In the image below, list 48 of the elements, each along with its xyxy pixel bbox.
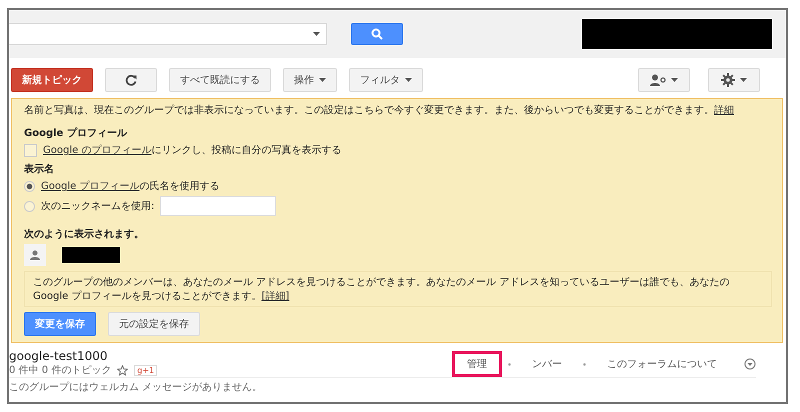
welcome-message: このグループにはウェルカム メッセージがありません。 [9, 377, 756, 394]
new-topic-button[interactable]: 新規トピック [11, 68, 93, 92]
search-field[interactable] [9, 23, 327, 45]
option-label: Google のプロフィールにリンクし、投稿に自分の写真を表示する [43, 144, 342, 157]
section-heading: 表示名 [24, 162, 55, 176]
info-text: このグループの他のメンバーは、あなたのメール アドレスを見つけることができます。あなたのメール アドレスを知っているユーザーは誰でも、あなたの Google プロフィールを見つけることができます。[詳細] [24, 271, 772, 307]
radio-button[interactable] [24, 180, 35, 192]
person-icon [650, 74, 666, 86]
refresh-icon [125, 74, 137, 86]
separator-dot-icon [583, 362, 586, 366]
caret-icon [671, 78, 678, 82]
settings-icon [721, 73, 735, 87]
notice-text: 名前と写真は、現在このグループでは非表示になっています。この設定はこちらで今すぐ変更できます。また、後からいつでも変更することができます。詳細 [24, 104, 735, 117]
section-heading: Google プロフィール [24, 126, 128, 140]
caret-icon [740, 78, 747, 82]
checkbox[interactable] [24, 144, 37, 156]
option-label: 次のニックネームを使用: [41, 200, 154, 213]
details-link[interactable]: 詳細 [714, 105, 734, 116]
nav-link[interactable]: ンバー [517, 351, 577, 377]
redacted-block [62, 247, 120, 263]
search-button[interactable] [351, 23, 403, 45]
refresh-button[interactable] [105, 68, 157, 92]
topic-count: 0 件中 0 件のトピック [9, 364, 112, 377]
dropdown-caret-icon [313, 32, 320, 36]
group-name: google-test1000 [9, 349, 109, 363]
save-button[interactable]: 元の設定を保存 [108, 312, 200, 336]
option-label: Google プロフィールの氏名を使用する [41, 180, 220, 193]
menu-button[interactable]: 操作 [283, 68, 337, 92]
nav-link[interactable]: 管理 [452, 351, 502, 377]
nickname-field[interactable] [160, 196, 276, 216]
plus-one-button[interactable]: g+1 [134, 364, 158, 376]
section-heading: 次のように表示されます。 [24, 228, 145, 241]
settings-button[interactable] [708, 68, 760, 92]
nav-link[interactable]: このフォーラムについて [592, 351, 732, 377]
profile-link[interactable]: Google のプロフィール [43, 145, 152, 156]
details-link[interactable]: [詳細] [261, 291, 290, 302]
caret-icon [319, 78, 326, 82]
member-button[interactable] [638, 68, 690, 92]
caret-icon [405, 78, 412, 82]
search-icon [371, 28, 383, 40]
separator-dot-icon [508, 362, 511, 366]
profile-link[interactable]: Google プロフィール [41, 181, 140, 192]
mark-all-read-button[interactable]: すべて既読にする [169, 68, 271, 92]
star-icon [117, 364, 128, 376]
menu-button[interactable]: フィルタ [349, 68, 423, 92]
circle-caret-icon [744, 358, 756, 370]
radio-button[interactable] [24, 200, 35, 212]
person-icon [30, 250, 40, 260]
